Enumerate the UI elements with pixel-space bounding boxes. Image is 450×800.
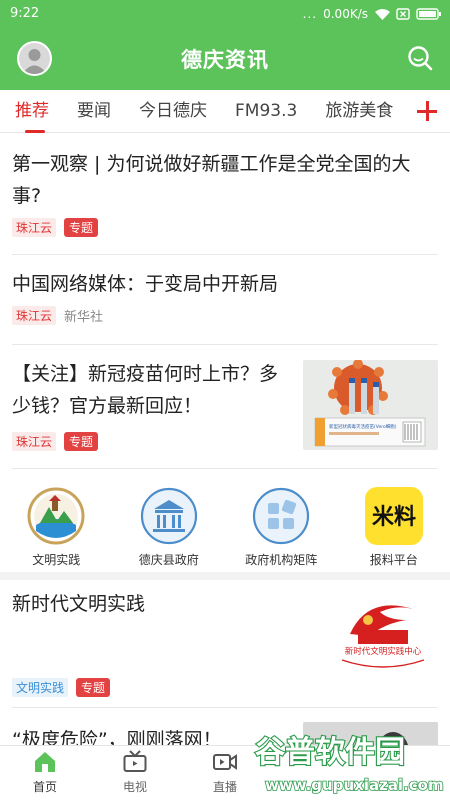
news-tags: 珠江云 新华社 xyxy=(12,306,438,325)
no-sim-icon xyxy=(396,7,410,20)
nav-live[interactable]: 直播 xyxy=(180,746,270,800)
source-tag: 珠江云 xyxy=(12,432,57,451)
tab-recommend[interactable]: 推荐 xyxy=(0,90,63,133)
live-video-icon xyxy=(212,749,238,775)
government-building-icon xyxy=(140,487,198,545)
nav-label: 首页 xyxy=(32,780,57,794)
nav-home[interactable]: 首页 xyxy=(0,746,90,800)
report-platform-icon: 米料 xyxy=(364,487,423,545)
nav-label: 电视 xyxy=(122,780,147,794)
battery-icon xyxy=(416,7,442,20)
status-bar: 9:22 ... 0.00K/s xyxy=(0,0,450,27)
nav-label: 直播 xyxy=(212,780,237,794)
wifi-icon xyxy=(374,8,390,20)
shortcut-row: 文明实践 德庆县政府 政府机构矩阵 米料 报料平台 xyxy=(0,480,450,580)
tab-headlines[interactable]: 要闻 xyxy=(63,90,125,133)
shortcut-civilization-practice[interactable]: 文明实践 xyxy=(0,480,113,572)
app-title: 德庆资讯 xyxy=(181,47,269,72)
vaccine-box-text: 新型冠状病毒灭活疫苗(Vero细胞) xyxy=(329,423,397,430)
source-tag: 文明实践 xyxy=(12,678,69,697)
author-label: 新华社 xyxy=(64,310,104,325)
tv-icon xyxy=(122,749,148,775)
news-item[interactable]: 第一观察 | 为何说做好新疆工作是全党全国的大事? 珠江云 专题 xyxy=(12,148,438,255)
avatar[interactable] xyxy=(17,41,52,76)
home-icon xyxy=(32,749,58,775)
status-dots: ... xyxy=(302,6,318,21)
special-badge: 专题 xyxy=(64,432,99,451)
shortcut-county-government[interactable]: 德庆县政府 xyxy=(113,480,226,572)
news-title: 【关注】新冠疫苗何时上市？多少钱？官方最新回应！ xyxy=(12,363,279,417)
news-item[interactable]: 新时代文明实践 文明实践 专题 新时代文明实践中心 xyxy=(12,588,438,708)
civilization-banner-thumbnail: 新时代文明实践中心 xyxy=(328,590,438,680)
source-tag: 珠江云 xyxy=(12,218,57,237)
vaccine-thumbnail: 新型冠状病毒灭活疫苗(Vero细胞) xyxy=(303,360,438,450)
tab-travel-food[interactable]: 旅游美食 xyxy=(311,90,407,133)
shortcut-gov-matrix[interactable]: 政府机构矩阵 xyxy=(225,480,338,572)
news-item[interactable]: 【关注】新冠疫苗何时上市？多少钱？官方最新回应！ 珠江云 专题 新型冠状病毒灭活… xyxy=(12,358,438,469)
source-tag: 珠江云 xyxy=(12,306,57,325)
search-icon[interactable] xyxy=(406,44,434,72)
news-title: 第一观察 | 为何说做好新疆工作是全党全国的大事? xyxy=(12,153,411,207)
tab-fm[interactable]: FM93.3 xyxy=(221,90,311,133)
banner-text: 新时代文明实践中心 xyxy=(345,646,422,657)
channel-tabs: 推荐 要闻 今日德庆 FM93.3 旅游美食 xyxy=(0,90,450,133)
news-tags: 珠江云 专题 xyxy=(12,218,438,237)
status-time: 9:22 xyxy=(10,6,40,21)
shortcut-label: 政府机构矩阵 xyxy=(245,553,318,567)
news-title: 中国网络媒体：于变局中开新局 xyxy=(12,273,279,295)
shortcut-label: 报料平台 xyxy=(369,553,418,567)
report-glyph: 米料 xyxy=(372,505,416,530)
special-badge: 专题 xyxy=(76,678,111,697)
shortcut-label: 文明实践 xyxy=(32,553,81,567)
status-indicators: ... 0.00K/s xyxy=(303,7,442,21)
shortcut-report-platform[interactable]: 米料 报料平台 xyxy=(338,480,450,572)
network-speed: 0.00K/s xyxy=(323,6,368,21)
matrix-grid-icon xyxy=(252,487,310,545)
app-header: 9:22 ... 0.00K/s 德庆资讯 xyxy=(0,0,450,90)
special-badge: 专题 xyxy=(64,218,99,237)
news-tags: 文明实践 专题 xyxy=(12,678,111,697)
nav-tv[interactable]: 电视 xyxy=(90,746,180,800)
tab-today-deqing[interactable]: 今日德庆 xyxy=(125,90,221,133)
civilization-practice-icon xyxy=(27,487,85,545)
news-item[interactable]: 中国网络媒体：于变局中开新局 珠江云 新华社 xyxy=(12,268,438,345)
add-channel-icon[interactable] xyxy=(416,100,438,122)
app-bar: 德庆资讯 xyxy=(0,27,450,90)
shortcut-label: 德庆县政府 xyxy=(138,553,199,567)
bottom-navigation: 首页 电视 直播 xyxy=(0,745,450,800)
